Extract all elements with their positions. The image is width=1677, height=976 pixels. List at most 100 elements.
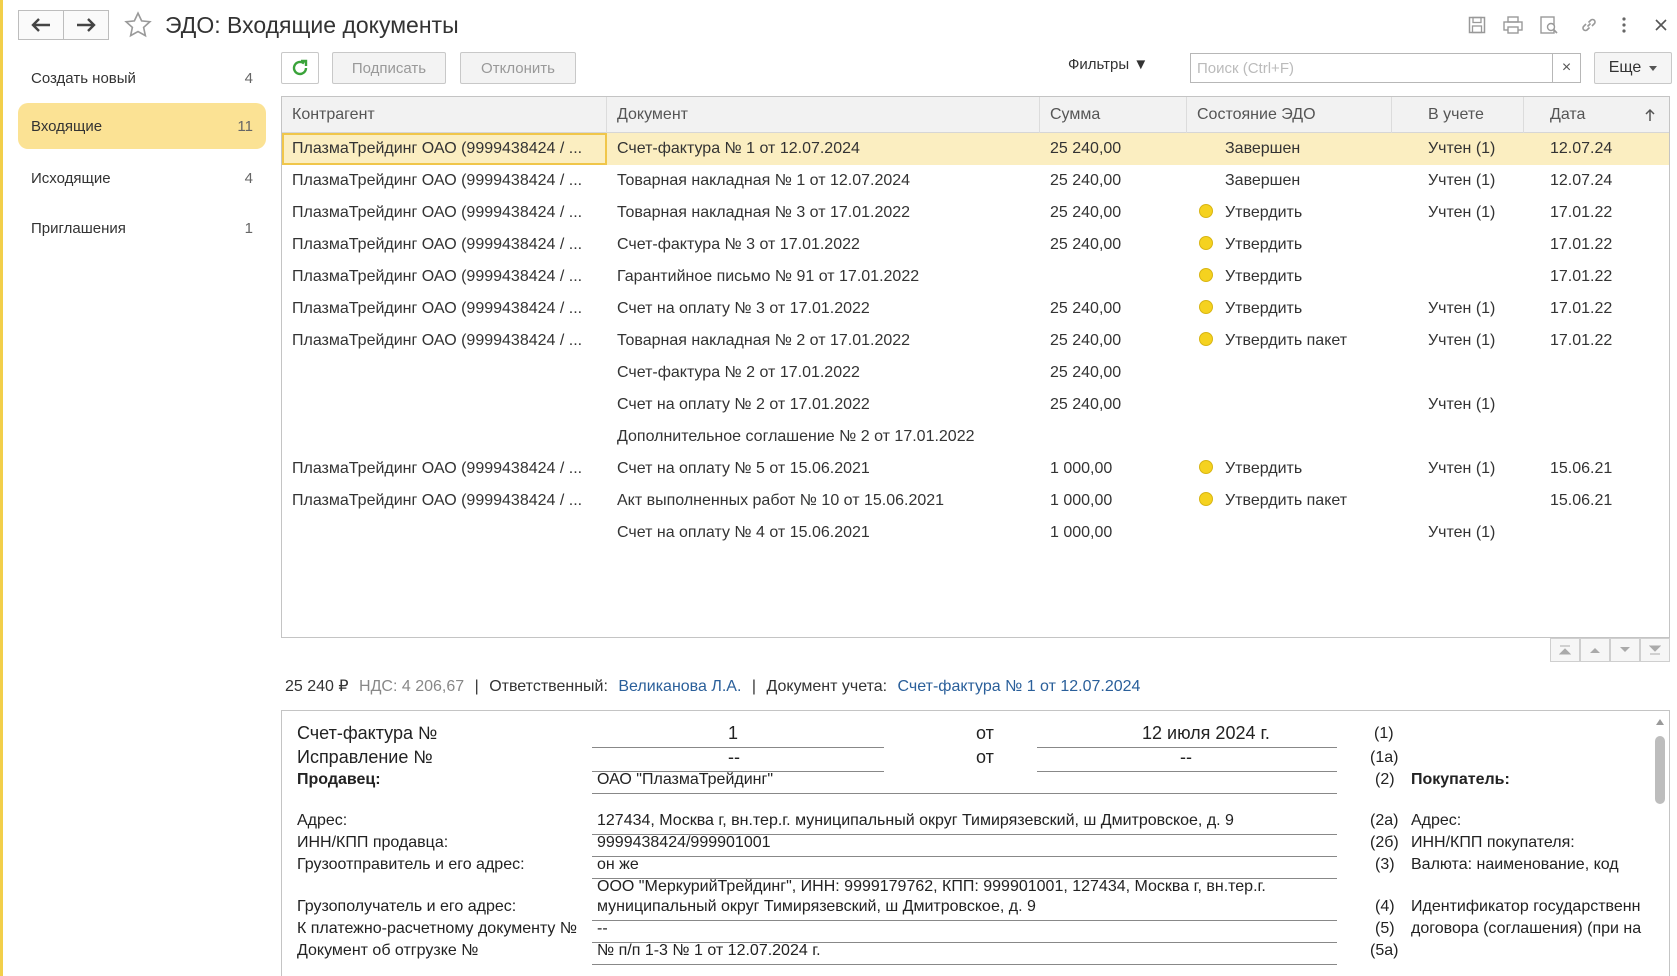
cell-edo-state[interactable]: Утвердить пакет <box>1187 325 1392 357</box>
print-icon[interactable] <box>1502 14 1524 36</box>
table-row[interactable]: ПлазмаТрейдинг ОАО (9999438424 / ... Това… <box>282 165 1669 197</box>
cell-document[interactable]: Товарная накладная № 1 от 12.07.2024 <box>607 165 1040 197</box>
cell-sum[interactable]: 25 240,00 <box>1040 389 1187 421</box>
documents-table[interactable]: Контрагент Документ Сумма Состояние ЭДО … <box>281 96 1670 638</box>
preview-scrollbar-thumb[interactable] <box>1655 736 1665 804</box>
cell-accounted[interactable]: Учтен (1) <box>1392 453 1524 485</box>
sign-button[interactable]: Подписать <box>332 52 446 84</box>
more-vertical-icon[interactable] <box>1613 14 1635 36</box>
column-header-sum[interactable]: Сумма <box>1040 97 1187 133</box>
cell-counterparty[interactable]: ПлазмаТрейдинг ОАО (9999438424 / ... <box>282 453 607 485</box>
cell-accounted[interactable] <box>1392 261 1524 293</box>
cell-document[interactable]: Счет-фактура № 3 от 17.01.2022 <box>607 229 1040 261</box>
refresh-button[interactable] <box>281 52 319 84</box>
table-row[interactable]: ПлазмаТрейдинг ОАО (9999438424 / ... Счет… <box>282 133 1669 165</box>
cell-accounted[interactable]: Учтен (1) <box>1392 517 1524 549</box>
cell-edo-state[interactable] <box>1187 357 1392 389</box>
cell-accounted[interactable] <box>1392 357 1524 389</box>
cell-counterparty[interactable]: ПлазмаТрейдинг ОАО (9999438424 / ... <box>282 485 607 517</box>
cell-document[interactable]: Гарантийное письмо № 91 от 17.01.2022 <box>607 261 1040 293</box>
cell-date[interactable]: 17.01.22 <box>1524 261 1671 293</box>
cell-accounted[interactable] <box>1392 421 1524 453</box>
column-header-edo-state[interactable]: Состояние ЭДО <box>1187 97 1392 133</box>
cell-counterparty[interactable] <box>282 357 607 389</box>
cell-accounted[interactable] <box>1392 229 1524 261</box>
sidebar-item-invitations[interactable]: Приглашения 1 <box>18 205 266 251</box>
table-row[interactable]: Счет на оплату № 4 от 15.06.2021 1 000,00… <box>282 517 1669 549</box>
table-row[interactable]: ПлазмаТрейдинг ОАО (9999438424 / ... Това… <box>282 197 1669 229</box>
table-row[interactable]: ПлазмаТрейдинг ОАО (9999438424 / ... Акт … <box>282 485 1669 517</box>
cell-sum[interactable]: 1 000,00 <box>1040 485 1187 517</box>
cell-sum[interactable]: 25 240,00 <box>1040 229 1187 261</box>
cell-accounted[interactable]: Учтен (1) <box>1392 133 1524 165</box>
cell-sum[interactable] <box>1040 421 1187 453</box>
column-header-counterparty[interactable]: Контрагент <box>282 97 607 133</box>
column-header-accounted[interactable]: В учете <box>1392 97 1524 133</box>
cell-counterparty[interactable]: ПлазмаТрейдинг ОАО (9999438424 / ... <box>282 133 607 165</box>
table-row[interactable]: Счет-фактура № 2 от 17.01.2022 25 240,00 <box>282 357 1669 389</box>
cell-counterparty[interactable] <box>282 421 607 453</box>
table-row[interactable]: ПлазмаТрейдинг ОАО (9999438424 / ... Гара… <box>282 261 1669 293</box>
cell-date[interactable]: 12.07.24 <box>1524 165 1671 197</box>
cell-accounted[interactable]: Учтен (1) <box>1392 197 1524 229</box>
table-row[interactable]: ПлазмаТрейдинг ОАО (9999438424 / ... Счет… <box>282 453 1669 485</box>
cell-sum[interactable]: 25 240,00 <box>1040 325 1187 357</box>
cell-edo-state[interactable]: Утвердить <box>1187 229 1392 261</box>
cell-sum[interactable]: 25 240,00 <box>1040 357 1187 389</box>
cell-document[interactable]: Счет-фактура № 2 от 17.01.2022 <box>607 357 1040 389</box>
table-row[interactable]: Дополнительное соглашение № 2 от 17.01.2… <box>282 421 1669 453</box>
back-button[interactable] <box>18 10 64 40</box>
cell-document[interactable]: Товарная накладная № 3 от 17.01.2022 <box>607 197 1040 229</box>
sidebar-item-create-new[interactable]: Создать новый 4 <box>18 55 266 101</box>
scroll-down-button[interactable] <box>1610 638 1640 662</box>
cell-sum[interactable] <box>1040 261 1187 293</box>
cell-edo-state[interactable]: Утвердить <box>1187 261 1392 293</box>
cell-edo-state[interactable]: Утвердить <box>1187 453 1392 485</box>
cell-accounted[interactable]: Учтен (1) <box>1392 165 1524 197</box>
cell-sum[interactable]: 25 240,00 <box>1040 165 1187 197</box>
scroll-bottom-button[interactable] <box>1640 638 1670 662</box>
cell-date[interactable]: 17.01.22 <box>1524 293 1671 325</box>
cell-edo-state[interactable]: Утвердить <box>1187 293 1392 325</box>
cell-accounted[interactable]: Учтен (1) <box>1392 293 1524 325</box>
cell-date[interactable]: 12.07.24 <box>1524 133 1671 165</box>
cell-edo-state[interactable] <box>1187 389 1392 421</box>
scroll-top-button[interactable] <box>1550 638 1580 662</box>
close-icon[interactable] <box>1650 14 1672 36</box>
link-icon[interactable] <box>1578 14 1600 36</box>
cell-document[interactable]: Счет на оплату № 4 от 15.06.2021 <box>607 517 1040 549</box>
cell-edo-state[interactable]: Завершен <box>1187 133 1392 165</box>
cell-document[interactable]: Акт выполненных работ № 10 от 15.06.2021 <box>607 485 1040 517</box>
cell-sum[interactable]: 25 240,00 <box>1040 133 1187 165</box>
cell-edo-state[interactable]: Утвердить <box>1187 197 1392 229</box>
cell-edo-state[interactable]: Утвердить пакет <box>1187 485 1392 517</box>
cell-date[interactable] <box>1524 357 1671 389</box>
cell-sum[interactable]: 25 240,00 <box>1040 293 1187 325</box>
table-row[interactable]: ПлазмаТрейдинг ОАО (9999438424 / ... Това… <box>282 325 1669 357</box>
cell-date[interactable]: 17.01.22 <box>1524 197 1671 229</box>
accounting-doc-link[interactable]: Счет-фактура № 1 от 12.07.2024 <box>898 678 1141 695</box>
cell-document[interactable]: Счет-фактура № 1 от 12.07.2024 <box>607 133 1040 165</box>
cell-date[interactable] <box>1524 517 1671 549</box>
cell-date[interactable]: 17.01.22 <box>1524 229 1671 261</box>
cell-date[interactable] <box>1524 389 1671 421</box>
filters-button[interactable]: Фильтры ▼ <box>1068 56 1148 73</box>
cell-counterparty[interactable] <box>282 389 607 421</box>
cell-accounted[interactable] <box>1392 485 1524 517</box>
table-row[interactable]: Счет на оплату № 2 от 17.01.2022 25 240,0… <box>282 389 1669 421</box>
cell-edo-state[interactable]: Завершен <box>1187 165 1392 197</box>
cell-date[interactable]: 17.01.22 <box>1524 325 1671 357</box>
cell-counterparty[interactable]: ПлазмаТрейдинг ОАО (9999438424 / ... <box>282 293 607 325</box>
search-input[interactable]: Поиск (Ctrl+F) <box>1190 53 1553 83</box>
forward-button[interactable] <box>63 10 109 40</box>
sidebar-item-incoming[interactable]: Входящие 11 <box>18 103 266 149</box>
cell-document[interactable]: Счет на оплату № 5 от 15.06.2021 <box>607 453 1040 485</box>
document-preview[interactable]: Счет-фактура № 1 от 12 июля 2024 г. (1) … <box>281 710 1670 976</box>
scroll-up-button[interactable] <box>1580 638 1610 662</box>
cell-document[interactable]: Счет на оплату № 3 от 17.01.2022 <box>607 293 1040 325</box>
cell-sum[interactable]: 1 000,00 <box>1040 453 1187 485</box>
cell-edo-state[interactable] <box>1187 421 1392 453</box>
cell-document[interactable]: Счет на оплату № 2 от 17.01.2022 <box>607 389 1040 421</box>
column-header-document[interactable]: Документ <box>607 97 1040 133</box>
cell-counterparty[interactable]: ПлазмаТрейдинг ОАО (9999438424 / ... <box>282 165 607 197</box>
